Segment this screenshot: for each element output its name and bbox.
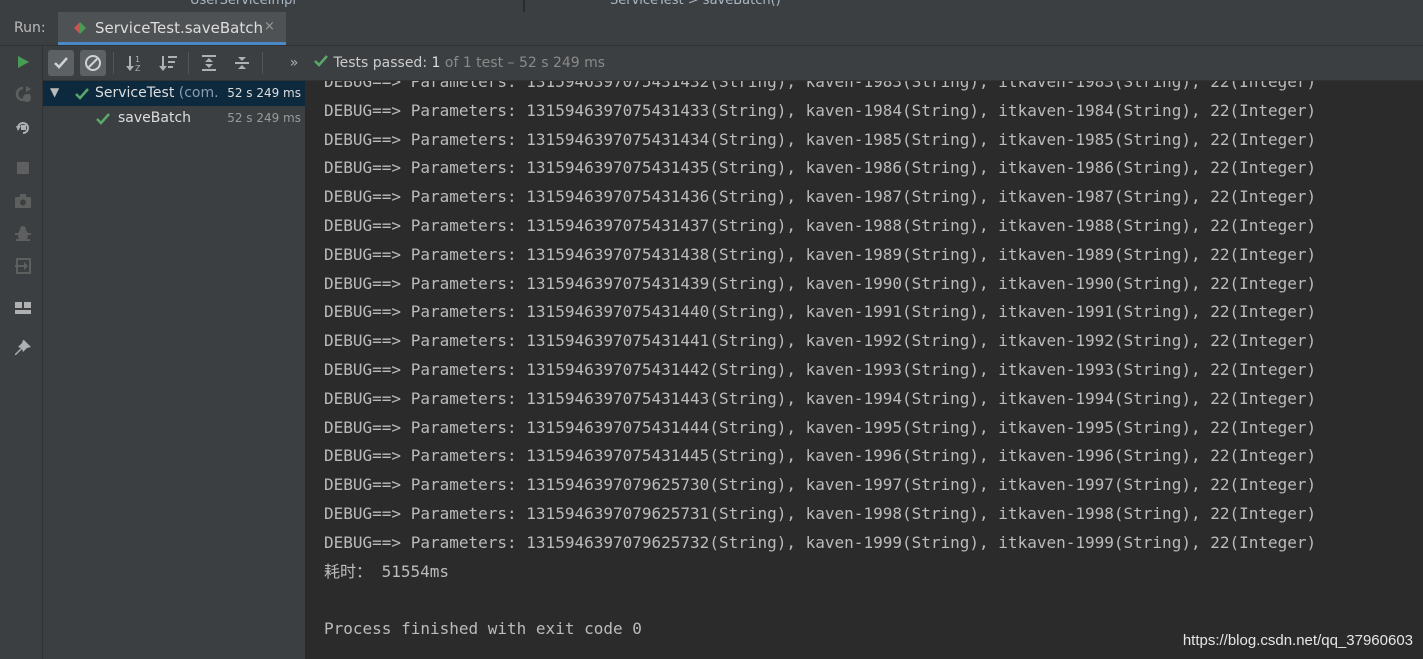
editor-tab-strip: UserServiceImpl ServiceTest > saveBatch(… [0,0,1423,12]
expand-all-icon[interactable] [196,50,222,76]
collapse-all-icon[interactable] [229,50,255,76]
editor-tab-userserviceimpl[interactable]: UserServiceImpl [190,0,296,8]
toggle-auto-test-icon[interactable] [13,118,33,138]
layout-icon[interactable] [13,298,33,318]
rerun-failed-icon[interactable] [13,84,33,104]
test-runner-toolbar: 1Z » Tests passed: 1 of 1 test – 52 s 24… [43,46,1423,81]
pin-icon[interactable] [13,338,33,358]
run-label: Run: [14,20,46,36]
sort-alphabetically-icon[interactable]: 1Z [122,50,148,76]
test-passed-icon [75,88,89,100]
run-tool-window-header: Run: ServiceTest.saveBatch × [0,12,1423,46]
expand-arrow-icon[interactable]: ▼ [50,85,59,99]
status-summary: of 1 test – 52 s 249 ms [444,55,606,71]
status-passed-count: 1 [431,55,441,71]
console-line: DEBUG==> Parameters: 1315946397075431441… [324,331,1317,351]
watermark: https://blog.csdn.net/qq_37960603 [1182,632,1413,649]
test-duration: 52 s 249 ms [227,111,301,125]
show-passed-icon[interactable] [48,50,74,76]
console-line: 耗时： 51554ms [324,561,450,581]
sort-by-duration-icon[interactable] [155,50,181,76]
tree-node-savebatch[interactable]: saveBatch 52 s 249 ms [43,106,305,131]
tree-node-servicetest[interactable]: ▼ ServiceTest (com. 52 s 249 ms [43,81,305,106]
test-method-name: saveBatch [118,110,192,126]
console-line: DEBUG==> Parameters: 1315946397075431443… [324,388,1317,408]
toolbar-separator [113,52,114,74]
console-line: DEBUG==> Parameters: 1315946397075431444… [324,417,1317,437]
stop-icon[interactable] [13,158,33,178]
console-line: DEBUG==> Parameters: 1315946397075431440… [324,302,1317,322]
console-line: DEBUG==> Parameters: 1315946397075431438… [324,244,1317,264]
console-line: DEBUG==> Parameters: 1315946397079625731… [324,503,1317,523]
console-line: DEBUG==> Parameters: 1315946397075431436… [324,187,1317,207]
run-tab-title: ServiceTest.saveBatch [95,19,263,37]
rerun-icon[interactable] [13,52,33,72]
toolbar-separator [188,52,189,74]
breadcrumb-servicetest[interactable]: ServiceTest > saveBatch() [610,0,781,8]
console-line: DEBUG==> Parameters: 1315946397075431434… [324,129,1317,149]
junit-config-icon [74,22,86,34]
console-line: DEBUG==> Parameters: 1315946397075431435… [324,158,1317,178]
svg-text:1: 1 [135,55,140,64]
console-line: DEBUG==> Parameters: 1315946397075431433… [324,100,1317,120]
status-label: Tests passed: [333,55,428,71]
console-lines: DEBUG==> Parameters: 1315946397075431432… [324,81,1316,644]
run-tab-servicetest-savebatch[interactable]: ServiceTest.saveBatch × [58,12,286,45]
debug-icon[interactable] [13,224,33,244]
exit-icon[interactable] [13,256,33,276]
tab-separator [523,0,525,12]
console-line: DEBUG==> Parameters: 1315946397075431439… [324,273,1317,293]
svg-text:Z: Z [135,64,141,72]
close-icon[interactable]: × [264,19,275,34]
console-line: DEBUG==> Parameters: 1315946397079625730… [324,475,1317,495]
camera-icon[interactable] [13,191,33,211]
console-line: DEBUG==> Parameters: 1315946397075431445… [324,446,1317,466]
console-line: DEBUG==> Parameters: 1315946397075431432… [324,81,1317,91]
run-side-toolbar [0,46,43,659]
test-status: Tests passed: 1 of 1 test – 52 s 249 ms [313,54,605,71]
test-class-name: ServiceTest (com. [95,85,219,101]
test-results-tree: ▼ ServiceTest (com. 52 s 249 ms saveBatc… [43,81,306,659]
check-icon [314,55,328,67]
test-duration: 52 s 249 ms [227,86,301,100]
more-icon[interactable]: » [281,50,307,76]
console-line: DEBUG==> Parameters: 1315946397075431442… [324,359,1317,379]
console-output[interactable]: DEBUG==> Parameters: 1315946397075431432… [306,81,1423,659]
show-ignored-icon[interactable] [80,50,106,76]
console-line: DEBUG==> Parameters: 1315946397079625732… [324,532,1317,552]
console-line: Process finished with exit code 0 [324,619,642,639]
console-line: DEBUG==> Parameters: 1315946397075431437… [324,215,1317,235]
test-passed-icon [96,113,110,125]
toolbar-separator [262,52,263,74]
